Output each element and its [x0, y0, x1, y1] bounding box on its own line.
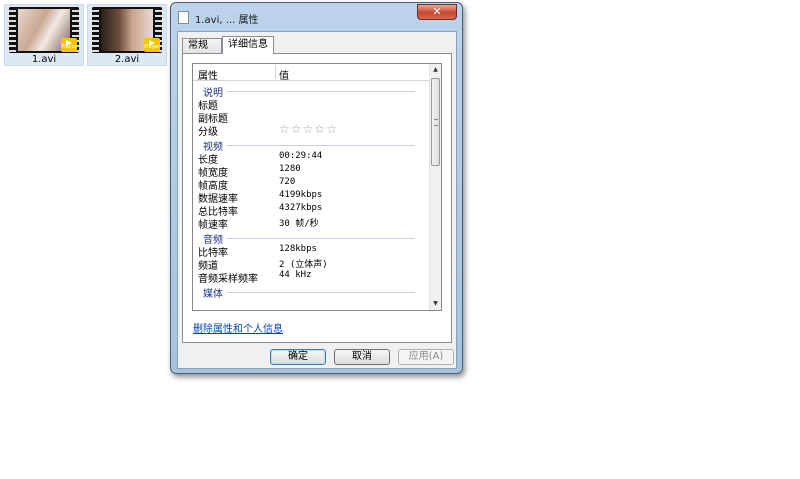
ok-button[interactable]: 确定 [270, 349, 326, 365]
dialog-titlebar[interactable]: 1.avi, ... 属性 ✕ [171, 3, 462, 30]
cancel-button[interactable]: 取消 [334, 349, 390, 365]
section-title: 音频 [203, 231, 227, 246]
film-strip-left [9, 7, 16, 53]
property-value: 00:29:44 [279, 151, 323, 161]
property-row-channels[interactable]: 频道 2 (立体声) [193, 257, 429, 272]
section-divider [203, 145, 415, 146]
property-row-frame-width[interactable]: 帧宽度 1280 [193, 164, 429, 179]
file-item-2-avi[interactable]: Player 2.avi [87, 4, 167, 66]
property-value: 1280 [279, 164, 301, 174]
section-title: 说明 [203, 84, 227, 99]
property-value: 30 帧/秒 [279, 219, 319, 229]
section-divider [203, 292, 415, 293]
scroll-thumb[interactable] [431, 78, 440, 166]
property-row-total-bitrate[interactable]: 总比特率 4327kbps [193, 203, 429, 218]
list-header: 属性 值 [193, 64, 429, 82]
star-icon[interactable]: ☆ [303, 122, 314, 136]
column-divider[interactable] [275, 65, 276, 79]
rating-stars[interactable]: ☆☆☆☆☆ [279, 122, 338, 136]
scroll-down-arrow-icon[interactable]: ▼ [430, 298, 441, 310]
section-title: 视频 [203, 138, 227, 153]
scroll-up-arrow-icon[interactable]: ▲ [430, 64, 441, 76]
star-icon[interactable]: ☆ [291, 122, 302, 136]
property-list[interactable]: 属性 值 说明 标题 副标题 分级 ☆☆☆☆☆ 视频 长度 00:29:44 帧… [192, 63, 442, 311]
column-header-property[interactable]: 属性 [198, 67, 218, 82]
property-row-data-rate[interactable]: 数据速率 4199kbps [193, 190, 429, 205]
section-header-audio: 音频 [193, 231, 429, 246]
file-item-1-avi[interactable]: Player 1.avi [4, 4, 84, 66]
property-value: 44 kHz [279, 270, 312, 280]
dialog-client-area: 常规 详细信息 属性 值 说明 标题 副标题 分级 ☆☆☆☆☆ 视频 长度 00… [177, 31, 457, 369]
star-icon[interactable]: ☆ [314, 122, 325, 136]
property-row-rating[interactable]: 分级 ☆☆☆☆☆ [193, 122, 429, 138]
property-rows: 说明 标题 副标题 分级 ☆☆☆☆☆ 视频 长度 00:29:44 帧宽度 12… [193, 82, 429, 300]
column-header-value[interactable]: 值 [279, 67, 289, 82]
tab-details[interactable]: 详细信息 [222, 36, 274, 54]
player-badge-icon: Player [61, 38, 77, 52]
dialog-title: 1.avi, ... 属性 [195, 15, 259, 26]
section-header-description: 说明 [193, 84, 429, 99]
star-icon[interactable]: ☆ [326, 122, 337, 136]
property-value: 128kbps [279, 244, 317, 254]
property-row-sample-rate[interactable]: 音频采样频率 44 kHz [193, 270, 429, 285]
property-value: 4199kbps [279, 190, 323, 200]
section-header-media: 媒体 [193, 285, 429, 300]
property-row-length[interactable]: 长度 00:29:44 [193, 151, 429, 166]
property-row-frame-height[interactable]: 帧高度 720 [193, 177, 429, 192]
property-value: 720 [279, 177, 296, 187]
player-badge-icon: Player [144, 38, 160, 52]
file-icon [178, 11, 189, 24]
properties-dialog: 1.avi, ... 属性 ✕ 常规 详细信息 属性 值 说明 标题 副标题 分… [170, 2, 463, 374]
video-thumbnail: Player [9, 7, 79, 53]
section-header-video: 视频 [193, 138, 429, 153]
property-row-frame-rate[interactable]: 帧速率 30 帧/秒 [193, 216, 429, 231]
section-divider [203, 238, 415, 239]
apply-button[interactable]: 应用(A) [398, 349, 454, 365]
details-tab-page: 属性 值 说明 标题 副标题 分级 ☆☆☆☆☆ 视频 长度 00:29:44 帧… [182, 53, 452, 343]
video-thumbnail: Player [92, 7, 162, 53]
property-row-title[interactable]: 标题 [193, 97, 429, 112]
property-key: 分级 [198, 127, 218, 138]
property-value: 2 (立体声) [279, 260, 328, 270]
remove-properties-link[interactable]: 删除属性和个人信息 [193, 320, 283, 335]
property-row-bitrate[interactable]: 比特率 128kbps [193, 244, 429, 259]
property-value: 4327kbps [279, 203, 323, 213]
section-divider [203, 91, 415, 92]
close-button[interactable]: ✕ [417, 4, 457, 20]
file-name: 2.avi [114, 54, 140, 65]
file-name: 1.avi [31, 54, 57, 65]
property-key: 音频采样频率 [198, 274, 258, 285]
section-title: 媒体 [203, 285, 227, 300]
film-strip-left [92, 7, 99, 53]
tab-general[interactable]: 常规 [182, 38, 222, 53]
vertical-scrollbar[interactable]: ▲ ▼ [429, 64, 441, 310]
property-key: 帧速率 [198, 220, 228, 231]
star-icon[interactable]: ☆ [279, 122, 290, 136]
